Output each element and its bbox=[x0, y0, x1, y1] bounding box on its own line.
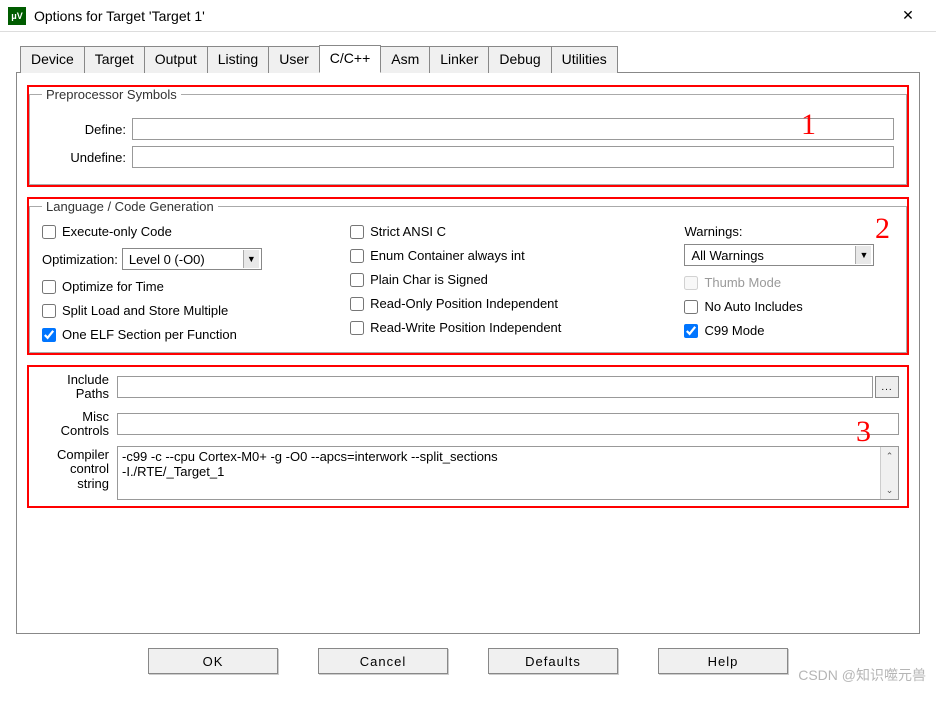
include-label1: Include bbox=[67, 373, 109, 387]
window-title: Options for Target 'Target 1' bbox=[34, 8, 888, 24]
tab-utilities[interactable]: Utilities bbox=[551, 46, 618, 73]
include-label2: Paths bbox=[76, 387, 109, 401]
undefine-label: Undefine: bbox=[42, 150, 132, 165]
checkbox-one-elf[interactable] bbox=[42, 328, 56, 342]
dialog-body: Device Target Output Listing User C/C++ … bbox=[0, 32, 936, 688]
defaults-button[interactable]: Defaults bbox=[488, 648, 618, 674]
misc-label2: Controls bbox=[61, 424, 109, 438]
compiler-label3: string bbox=[77, 477, 109, 491]
app-icon: μV bbox=[8, 7, 26, 25]
warnings-value: All Warnings bbox=[691, 248, 763, 263]
warnings-label: Warnings: bbox=[684, 224, 742, 239]
group-paths: 3 Include Paths ... Misc Controls Compil… bbox=[29, 367, 907, 506]
checkbox-opt-time[interactable] bbox=[42, 280, 56, 294]
label-ro-pi: Read-Only Position Independent bbox=[370, 296, 558, 311]
tab-target[interactable]: Target bbox=[84, 46, 145, 73]
checkbox-plain-char[interactable] bbox=[350, 273, 364, 287]
compiler-label1: Compiler bbox=[57, 448, 109, 462]
include-paths-input[interactable] bbox=[117, 376, 873, 398]
label-rw-pi: Read-Write Position Independent bbox=[370, 320, 561, 335]
misc-controls-input[interactable] bbox=[117, 413, 899, 435]
label-thumb: Thumb Mode bbox=[704, 275, 781, 290]
checkbox-rw-pi[interactable] bbox=[350, 321, 364, 335]
label-one-elf: One ELF Section per Function bbox=[62, 327, 237, 342]
checkbox-c99[interactable] bbox=[684, 324, 698, 338]
optimization-label: Optimization: bbox=[42, 252, 118, 267]
cancel-button[interactable]: Cancel bbox=[318, 648, 448, 674]
undefine-input[interactable] bbox=[132, 146, 894, 168]
checkbox-ro-pi[interactable] bbox=[350, 297, 364, 311]
tab-debug[interactable]: Debug bbox=[488, 46, 551, 73]
tab-device[interactable]: Device bbox=[20, 46, 85, 73]
legend-preprocessor: Preprocessor Symbols bbox=[42, 87, 181, 102]
define-label: Define: bbox=[42, 122, 132, 137]
checkbox-no-auto[interactable] bbox=[684, 300, 698, 314]
ok-button[interactable]: OK bbox=[148, 648, 278, 674]
optimization-select[interactable]: Level 0 (-O0) ▼ bbox=[122, 248, 262, 270]
scroll-up-icon[interactable]: ⌃ bbox=[881, 447, 898, 465]
scroll-controls[interactable]: ⌃ ⌄ bbox=[880, 447, 898, 499]
titlebar: μV Options for Target 'Target 1' ✕ bbox=[0, 0, 936, 32]
label-strict-ansi: Strict ANSI C bbox=[370, 224, 446, 239]
tab-content: Preprocessor Symbols 1 Define: Undefine:… bbox=[16, 72, 920, 634]
misc-label1: Misc bbox=[82, 410, 109, 424]
label-opt-time: Optimize for Time bbox=[62, 279, 164, 294]
tab-ccpp[interactable]: C/C++ bbox=[319, 45, 381, 73]
legend-language: Language / Code Generation bbox=[42, 199, 218, 214]
tab-linker[interactable]: Linker bbox=[429, 46, 489, 73]
close-icon[interactable]: ✕ bbox=[888, 2, 928, 30]
optimization-value: Level 0 (-O0) bbox=[129, 252, 205, 267]
tabs-bar: Device Target Output Listing User C/C++ … bbox=[20, 44, 920, 72]
checkbox-enum-int[interactable] bbox=[350, 249, 364, 263]
chevron-down-icon: ▼ bbox=[243, 250, 259, 268]
annotation-2: 2 bbox=[875, 212, 890, 246]
label-plain-char: Plain Char is Signed bbox=[370, 272, 488, 287]
label-exec-only: Execute-only Code bbox=[62, 224, 172, 239]
label-no-auto: No Auto Includes bbox=[704, 299, 802, 314]
tab-listing[interactable]: Listing bbox=[207, 46, 269, 73]
checkbox-thumb bbox=[684, 276, 698, 290]
group-preprocessor: Preprocessor Symbols 1 Define: Undefine: bbox=[29, 87, 907, 185]
compiler-label2: control bbox=[70, 462, 109, 476]
label-c99: C99 Mode bbox=[704, 323, 764, 338]
checkbox-split-load[interactable] bbox=[42, 304, 56, 318]
compiler-string-line1: -c99 -c --cpu Cortex-M0+ -g -O0 --apcs=i… bbox=[122, 449, 894, 464]
label-enum-int: Enum Container always int bbox=[370, 248, 525, 263]
annotation-3: 3 bbox=[856, 415, 871, 449]
compiler-string-display: -c99 -c --cpu Cortex-M0+ -g -O0 --apcs=i… bbox=[117, 446, 899, 500]
label-split-load: Split Load and Store Multiple bbox=[62, 303, 228, 318]
chevron-down-icon: ▼ bbox=[855, 246, 871, 264]
group-language: Language / Code Generation 2 Execute-onl… bbox=[29, 199, 907, 353]
scroll-down-icon[interactable]: ⌄ bbox=[881, 481, 898, 499]
warnings-select[interactable]: All Warnings ▼ bbox=[684, 244, 874, 266]
define-input[interactable] bbox=[132, 118, 894, 140]
checkbox-exec-only[interactable] bbox=[42, 225, 56, 239]
button-bar: OK Cancel Defaults Help bbox=[16, 634, 920, 688]
compiler-string-line2: -I./RTE/_Target_1 bbox=[122, 464, 894, 479]
annotation-1: 1 bbox=[801, 108, 816, 142]
checkbox-strict-ansi[interactable] bbox=[350, 225, 364, 239]
help-button[interactable]: Help bbox=[658, 648, 788, 674]
tab-user[interactable]: User bbox=[268, 46, 320, 73]
tab-asm[interactable]: Asm bbox=[380, 46, 430, 73]
browse-include-button[interactable]: ... bbox=[875, 376, 899, 398]
tab-output[interactable]: Output bbox=[144, 46, 208, 73]
